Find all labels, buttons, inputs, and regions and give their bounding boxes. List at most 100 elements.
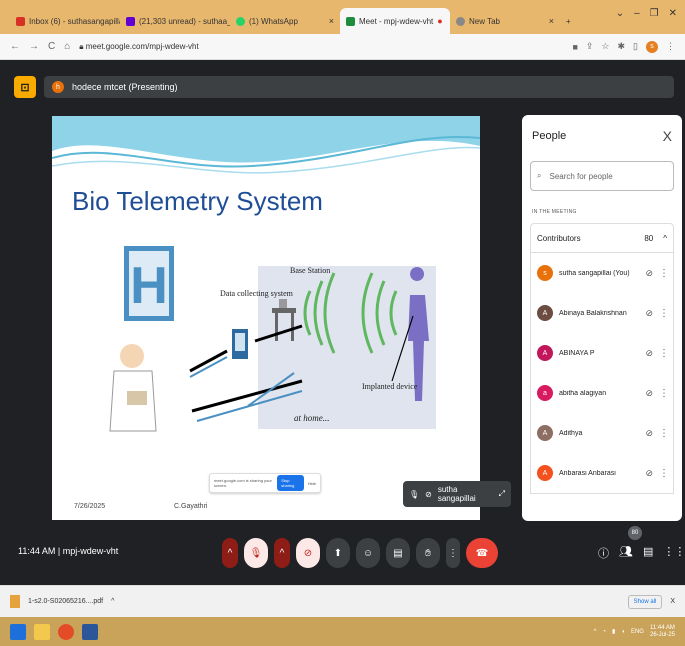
sidebar-icon[interactable]: ▯ (633, 41, 638, 52)
tab-label: Meet - mpj-wdew-vht (359, 16, 434, 26)
puzzle-icon[interactable]: ✱ (618, 41, 626, 52)
list-item[interactable]: A Adithya ⊘ ⋮ (531, 413, 673, 453)
tray-clock[interactable]: 11:44 AM 26-Jul-25 (650, 625, 675, 639)
expand-icon[interactable]: ⤢ (499, 489, 505, 499)
contributors-header[interactable]: Contributors 80 ^ (530, 223, 674, 253)
tab-gmail[interactable]: Inbox (6) - suthasangapillai@gm × (10, 8, 120, 34)
chevron-up-icon[interactable]: ^ (663, 234, 667, 243)
word-icon[interactable] (82, 623, 98, 640)
chrome-icon[interactable] (58, 623, 74, 640)
search-icon: ⌕ (537, 171, 542, 180)
home-icon[interactable]: ⌂ (64, 41, 70, 52)
separator: | (57, 546, 61, 556)
restore-icon[interactable]: ❐ (650, 8, 659, 19)
tab-new[interactable]: New Tab × (450, 8, 560, 34)
volume-icon[interactable]: ◖ (621, 629, 625, 635)
new-tab-button[interactable]: + (560, 8, 580, 34)
tab-label: (1) WhatsApp (249, 16, 298, 26)
download-filename[interactable]: 1-s2.0-S02065216....pdf (28, 598, 103, 605)
share-icon[interactable]: ⇪ (586, 41, 594, 52)
avatar: A (537, 345, 553, 361)
wifi-icon[interactable]: ◔ (602, 629, 606, 635)
captions-icon: ▤ (393, 547, 403, 559)
raise-hand-button[interactable]: ✋︎ (416, 538, 440, 568)
gmail-icon (16, 16, 25, 26)
windows-start-icon[interactable] (10, 623, 26, 640)
slide-wave-decoration (52, 116, 480, 174)
more-options-icon[interactable]: ⋮ (659, 388, 669, 399)
minimize-icon[interactable]: – (634, 8, 640, 19)
captions-button[interactable]: ▤ (386, 538, 410, 568)
self-view-tile[interactable]: 🎙︎ ⊘ sutha sangapillai ⤢ (403, 481, 511, 507)
hang-up-icon: ☎︎ (475, 547, 489, 559)
close-icon[interactable]: × (549, 16, 554, 26)
list-item[interactable]: s sutha sangapillai (You) ⊘ ⋮ (531, 253, 673, 293)
show-all-button[interactable]: Show all (627, 594, 663, 609)
more-options-icon[interactable]: ⋮ (659, 428, 669, 439)
tab-whatsapp[interactable]: (1) WhatsApp × (230, 8, 340, 34)
chrome-icon (456, 16, 465, 26)
activities-icon[interactable]: ⋮⋮ (663, 545, 685, 561)
more-options-icon[interactable]: ⋮ (659, 348, 669, 359)
more-options-icon[interactable]: ⋮ (659, 308, 669, 319)
search-placeholder: Search for people (549, 171, 613, 181)
chevron-down-icon[interactable]: ⌄ (616, 8, 624, 19)
system-tray: ^ ◔ ▮ ◖ ENG 11:44 AM 26-Jul-25 (594, 625, 675, 639)
more-options-button[interactable]: ⋮ (446, 538, 460, 568)
back-icon[interactable]: ← (10, 41, 20, 52)
camera-options-button[interactable]: ^ (274, 538, 290, 568)
close-download-bar-button[interactable]: X (670, 598, 675, 605)
people-icon[interactable]: 👥︎ (619, 545, 633, 561)
camera-icon[interactable]: ■ (572, 42, 577, 52)
share-notice-text: meet.google.com is sharing your screen. (214, 478, 272, 488)
self-name: sutha sangapillai (437, 485, 476, 503)
reload-icon[interactable]: C (48, 41, 55, 52)
present-button[interactable]: ⬆ (326, 538, 350, 568)
tab-yahoo[interactable]: (21,303 unread) - suthaa_s@yah × (120, 8, 230, 34)
more-options-icon[interactable]: ⋮ (659, 468, 669, 479)
reactions-button[interactable]: ☺ (356, 538, 380, 568)
camera-toggle-button[interactable]: ⊘ (296, 538, 320, 568)
stop-sharing-button[interactable]: Stop sharing (277, 475, 304, 491)
yahoo-icon (126, 16, 135, 26)
tab-meet[interactable]: Meet - mpj-wdew-vht ● × (340, 8, 450, 34)
profile-avatar[interactable]: s (646, 40, 658, 53)
screen-share-notice: meet.google.com is sharing your screen. … (209, 473, 321, 493)
more-options-icon[interactable]: ⋮ (659, 268, 669, 279)
chevron-up-icon[interactable]: ^ (111, 598, 114, 605)
chat-icon[interactable]: ▤ (643, 545, 653, 561)
participant-count-badge: 80 (628, 526, 642, 540)
star-icon[interactable]: ☆ (601, 41, 609, 52)
participant-list: s sutha sangapillai (You) ⊘ ⋮ A Abinaya … (530, 253, 674, 494)
side-controls: ⓘ 👥︎ ▤ ⋮⋮ (598, 545, 685, 561)
search-input[interactable]: ⌕ Search for people (530, 161, 674, 191)
menu-dots-icon[interactable]: ⋮ (666, 41, 675, 52)
url-field[interactable]: 🔒︎ meet.google.com/mpj-wdew-vht (79, 42, 563, 52)
close-window-icon[interactable]: ✕ (669, 8, 677, 19)
meet-top-bar: ⊡ h hodece mtcet (Presenting) (14, 76, 674, 98)
file-explorer-icon[interactable] (34, 623, 50, 640)
list-item[interactable]: A Anbarasi Anbarasi ⊘ ⋮ (531, 453, 673, 493)
tray-arrow-icon[interactable]: ^ (594, 629, 597, 635)
list-item[interactable]: A Abinaya Balakrishnan ⊘ ⋮ (531, 293, 673, 333)
close-panel-button[interactable]: X (663, 128, 672, 144)
leave-call-button[interactable]: ☎︎ (466, 538, 498, 568)
hide-button[interactable]: Hide (308, 481, 316, 486)
presenter-chip[interactable]: h hodece mtcet (Presenting) (44, 76, 674, 98)
mic-options-button[interactable]: ^ (222, 538, 238, 568)
people-title: People (532, 130, 567, 142)
language-indicator[interactable]: ENG (631, 629, 644, 635)
info-icon[interactable]: ⓘ (598, 545, 609, 561)
battery-icon[interactable]: ▮ (612, 628, 615, 635)
slide-title: Bio Telemetry System (72, 186, 323, 216)
meet-logo-icon[interactable]: ⊡ (14, 76, 36, 98)
participant-name: ABINAYA P (559, 349, 595, 357)
close-icon[interactable]: × (329, 16, 334, 26)
mic-toggle-button[interactable]: 🎙︎ (244, 538, 268, 568)
section-heading: IN THE MEETING (532, 209, 577, 215)
svg-text:H: H (130, 257, 168, 315)
mic-off-icon: ⊘ (645, 267, 653, 278)
list-item[interactable]: A ABINAYA P ⊘ ⋮ (531, 333, 673, 373)
forward-icon[interactable]: → (29, 41, 39, 52)
list-item[interactable]: a abitha alagiyan ⊘ ⋮ (531, 373, 673, 413)
